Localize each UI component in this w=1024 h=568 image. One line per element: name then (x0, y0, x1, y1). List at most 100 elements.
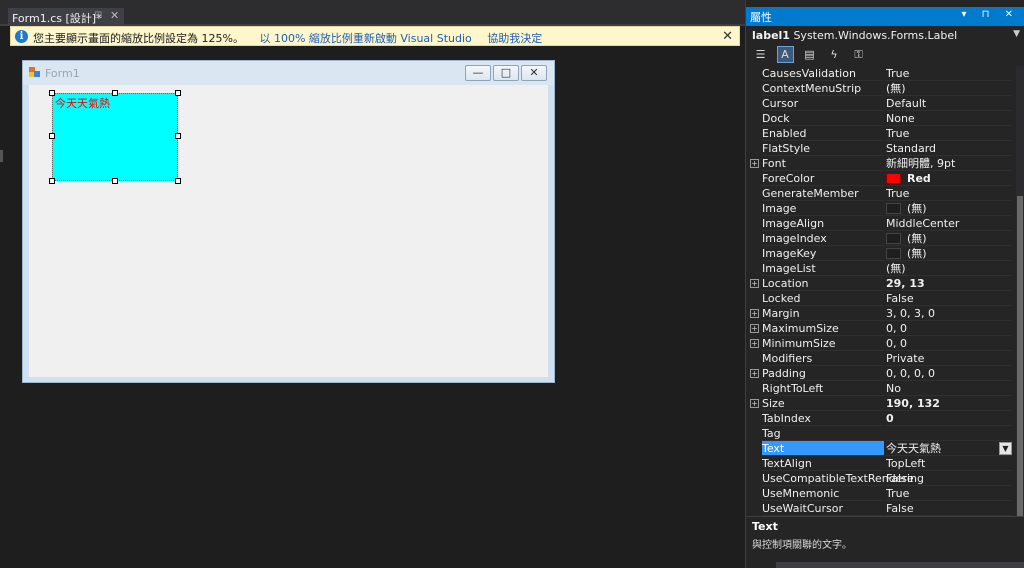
property-name[interactable]: UseMnemonic (762, 486, 884, 501)
expand-icon[interactable]: + (750, 279, 759, 288)
help-me-decide-link[interactable]: 協助我決定 (487, 32, 542, 45)
property-row[interactable]: ImageIndex (無) (750, 231, 1012, 246)
events-icon[interactable]: ϟ (826, 46, 843, 63)
property-value[interactable]: TopLeft (886, 456, 1012, 471)
property-grid-scrollbar[interactable] (1016, 66, 1024, 516)
property-name[interactable]: ImageIndex (762, 231, 884, 246)
property-value[interactable]: False (886, 291, 1012, 306)
property-row[interactable]: TextAlign TopLeft (750, 456, 1012, 471)
expand-icon[interactable]: + (750, 369, 759, 378)
property-value[interactable]: 3, 0, 3, 0 (886, 306, 1012, 321)
chevron-down-icon[interactable]: ▼ (1013, 29, 1020, 39)
property-name[interactable]: FlatStyle (762, 141, 884, 156)
minimize-button[interactable]: — (465, 65, 491, 81)
property-row[interactable]: ContextMenuStrip (無) (750, 81, 1012, 96)
property-row[interactable]: CausesValidation True (750, 66, 1012, 81)
property-value[interactable]: False (886, 471, 1012, 486)
property-value[interactable]: 29, 13 (886, 276, 1012, 291)
property-row[interactable]: + Padding 0, 0, 0, 0 (750, 366, 1012, 381)
property-value[interactable]: 0, 0, 0, 0 (886, 366, 1012, 381)
resize-handle-sw[interactable] (49, 178, 55, 184)
scrollbar-thumb[interactable] (1017, 196, 1023, 516)
property-value[interactable]: No (886, 381, 1012, 396)
splitter-handle[interactable] (0, 150, 3, 162)
property-name[interactable]: MinimumSize (762, 336, 884, 351)
property-value[interactable]: True (886, 486, 1012, 501)
property-name[interactable]: ContextMenuStrip (762, 81, 884, 96)
property-value[interactable]: False (886, 501, 1012, 516)
property-row[interactable]: FlatStyle Standard (750, 141, 1012, 156)
property-row[interactable]: + Location 29, 13 (750, 276, 1012, 291)
property-name[interactable]: Padding (762, 366, 884, 381)
property-row[interactable]: + Size 190, 132 (750, 396, 1012, 411)
property-value[interactable]: (無) (886, 246, 1012, 261)
property-name[interactable]: ForeColor (762, 171, 884, 186)
property-row[interactable]: Enabled True (750, 126, 1012, 141)
close-button[interactable]: ✕ (521, 65, 547, 81)
resize-handle-se[interactable] (175, 178, 181, 184)
property-name[interactable]: Location (762, 276, 884, 291)
resize-handle-nw[interactable] (49, 90, 55, 96)
property-name[interactable]: UseWaitCursor (762, 501, 884, 516)
maximize-button[interactable]: □ (493, 65, 519, 81)
expand-icon[interactable]: + (750, 399, 759, 408)
property-value[interactable]: 0 (886, 411, 1012, 426)
property-row[interactable]: Tag (750, 426, 1012, 441)
object-selector[interactable]: label1 System.Windows.Forms.Label ▼ (752, 29, 1022, 42)
tab-form1-design[interactable]: Form1.cs [設計]* ⊞ ✕ (8, 8, 124, 26)
property-row[interactable]: ImageAlign MiddleCenter (750, 216, 1012, 231)
property-value[interactable] (886, 426, 1012, 441)
property-value[interactable]: 新細明體, 9pt (886, 156, 1012, 171)
categorized-icon[interactable]: ☰ (752, 46, 769, 63)
resize-handle-e[interactable] (175, 133, 181, 139)
property-name[interactable]: Margin (762, 306, 884, 321)
property-row[interactable]: RightToLeft No (750, 381, 1012, 396)
property-name[interactable]: ImageAlign (762, 216, 884, 231)
property-value[interactable]: (無) (886, 231, 1012, 246)
property-name[interactable]: Size (762, 396, 884, 411)
property-name[interactable]: ImageKey (762, 246, 884, 261)
resize-handle-w[interactable] (49, 133, 55, 139)
chevron-down-icon[interactable]: ▼ (999, 442, 1012, 455)
alphabetical-icon[interactable]: A (776, 46, 794, 63)
close-icon[interactable]: ✕ (110, 9, 119, 22)
property-value[interactable]: 0, 0 (886, 336, 1012, 351)
close-icon[interactable]: ✕ (722, 29, 733, 44)
property-name[interactable]: Font (762, 156, 884, 171)
property-name[interactable]: MaximumSize (762, 321, 884, 336)
property-row[interactable]: Text 今天天氣熱 ▼ (750, 441, 1012, 456)
property-row[interactable]: + Margin 3, 0, 3, 0 (750, 306, 1012, 321)
property-row[interactable]: Locked False (750, 291, 1012, 306)
property-value[interactable]: 0, 0 (886, 321, 1012, 336)
property-name[interactable]: Tag (762, 426, 884, 441)
expand-icon[interactable]: + (750, 324, 759, 333)
property-name[interactable]: Dock (762, 111, 884, 126)
property-value[interactable]: Red (886, 171, 1012, 186)
expand-icon[interactable]: + (750, 159, 759, 168)
property-row[interactable]: GenerateMember True (750, 186, 1012, 201)
property-row[interactable]: Cursor Default (750, 96, 1012, 111)
property-value[interactable]: True (886, 66, 1012, 81)
form-client-area[interactable]: 今天天氣熱 (29, 85, 548, 377)
property-name[interactable]: TextAlign (762, 456, 884, 471)
restart-at-100-link[interactable]: 以 100% 縮放比例重新啟動 Visual Studio (259, 32, 471, 45)
pin-icon[interactable]: ⊞ (94, 10, 102, 21)
property-value[interactable]: True (886, 126, 1012, 141)
property-name[interactable]: GenerateMember (762, 186, 884, 201)
property-value[interactable]: True (886, 186, 1012, 201)
property-row[interactable]: + MinimumSize 0, 0 (750, 336, 1012, 351)
property-row[interactable]: TabIndex 0 (750, 411, 1012, 426)
property-value[interactable]: MiddleCenter (886, 216, 1012, 231)
expand-icon[interactable]: + (750, 309, 759, 318)
property-row[interactable]: Image (無) (750, 201, 1012, 216)
property-name[interactable]: Enabled (762, 126, 884, 141)
label1-control[interactable]: 今天天氣熱 (52, 93, 178, 181)
resize-handle-ne[interactable] (175, 90, 181, 96)
property-name[interactable]: Locked (762, 291, 884, 306)
property-name[interactable]: TabIndex (762, 411, 884, 426)
resize-handle-s[interactable] (112, 178, 118, 184)
resize-handle-n[interactable] (112, 90, 118, 96)
property-pages-icon[interactable]: ⚿ (850, 46, 867, 63)
property-row[interactable]: ForeColor Red (750, 171, 1012, 186)
properties-header[interactable]: 屬性 ▾ ⊓ ✕ (746, 7, 1024, 26)
